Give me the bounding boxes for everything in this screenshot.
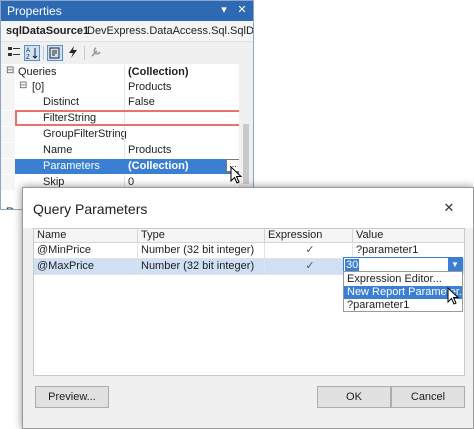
menu-item-parameter1[interactable]: ?parameter1 xyxy=(344,299,462,312)
toolbar-separator xyxy=(84,46,85,60)
chevron-down-icon[interactable]: ▼ xyxy=(448,258,462,272)
param-type[interactable]: Number (32 bit integer) xyxy=(138,259,265,274)
properties-title-bar[interactable]: Properties ▾ ✕ xyxy=(1,1,253,21)
query-parameters-dialog: Query Parameters ✕ Name Type Expression … xyxy=(22,187,474,429)
toolbar-separator xyxy=(43,46,44,60)
collapse-icon[interactable]: ⊟ xyxy=(6,65,14,76)
column-header-value[interactable]: Value xyxy=(353,229,464,243)
close-icon[interactable]: ✕ xyxy=(235,3,249,17)
expression-checkbox[interactable]: ✓ xyxy=(305,244,314,256)
mouse-cursor-icon xyxy=(447,287,460,305)
column-header-name[interactable]: Name xyxy=(34,229,138,243)
column-header-expression[interactable]: Expression xyxy=(265,229,353,243)
properties-window: Properties ▾ ✕ sqlDataSource1 DevExpress… xyxy=(0,0,254,210)
property-value: False xyxy=(128,96,155,108)
properties-toolbar: AZ xyxy=(1,42,253,65)
window-title: Properties xyxy=(7,4,62,18)
param-type[interactable]: Number (32 bit integer) xyxy=(138,243,265,258)
mouse-cursor-icon xyxy=(230,166,243,184)
ok-button[interactable]: OK xyxy=(317,386,391,408)
property-value: (Collection) xyxy=(128,66,189,78)
filterstring-highlight xyxy=(15,110,245,126)
property-row-name[interactable]: Name Products xyxy=(1,143,239,158)
param-name: @MaxPrice xyxy=(34,259,138,274)
events-icon[interactable] xyxy=(65,45,81,61)
svg-text:A: A xyxy=(26,48,30,54)
pin-dropdown-icon[interactable]: ▾ xyxy=(217,3,231,17)
menu-item-new-report-parameter[interactable]: New Report Parameter... xyxy=(344,286,468,299)
property-value: Products xyxy=(128,81,172,93)
property-pages-icon[interactable] xyxy=(88,45,104,61)
property-name: Parameters xyxy=(43,160,100,172)
dialog-button-bar: Preview... OK Cancel xyxy=(33,383,465,413)
value-input[interactable]: 30 xyxy=(345,259,360,271)
property-row-query-0[interactable]: ⊟ [0] Products xyxy=(1,80,239,95)
property-name: Queries xyxy=(18,66,57,78)
properties-icon[interactable] xyxy=(47,45,63,61)
expression-cell: ✓ xyxy=(265,259,353,274)
property-value: (Collection) xyxy=(128,160,189,172)
property-name: [0] xyxy=(32,81,45,93)
property-row-distinct[interactable]: Distinct False xyxy=(1,95,239,110)
object-name: sqlDataSource1 xyxy=(6,25,90,37)
close-icon[interactable]: ✕ xyxy=(441,200,457,216)
property-row-queries[interactable]: ⊟ Queries (Collection) xyxy=(1,65,239,80)
property-name: Distinct xyxy=(43,96,80,108)
object-selector[interactable]: sqlDataSource1 DevExpress.DataAccess.Sql… xyxy=(1,22,253,42)
cutoff-label: R xyxy=(6,206,14,209)
property-name: Name xyxy=(43,144,73,156)
menu-item-expression-editor[interactable]: Expression Editor... xyxy=(344,273,462,286)
dialog-title: Query Parameters xyxy=(33,201,148,217)
object-type: DevExpress.DataAccess.Sql.SqlDataSou xyxy=(87,25,254,37)
svg-text:Z: Z xyxy=(26,55,30,60)
property-row-parameters[interactable]: Parameters (Collection) xyxy=(1,159,239,174)
param-name: @MinPrice xyxy=(34,243,138,258)
expression-cell: ✓ xyxy=(265,243,353,258)
preview-button[interactable]: Preview... xyxy=(35,386,109,408)
dialog-title-bar[interactable]: Query Parameters ✕ xyxy=(23,188,473,228)
property-row-groupfilterstring[interactable]: GroupFilterString xyxy=(1,127,239,142)
column-header-type[interactable]: Type xyxy=(138,229,265,243)
categorized-icon[interactable] xyxy=(6,45,22,61)
alphabetical-icon[interactable]: AZ xyxy=(24,45,40,61)
expression-checkbox[interactable]: ✓ xyxy=(305,260,314,272)
param-value[interactable]: ?parameter1 xyxy=(353,243,464,258)
cancel-button[interactable]: Cancel xyxy=(391,386,465,408)
value-dropdown-menu: Expression Editor... New Report Paramete… xyxy=(343,271,468,312)
collapse-icon[interactable]: ⊟ xyxy=(19,80,27,91)
property-value: Products xyxy=(128,144,172,156)
property-name: GroupFilterString xyxy=(43,128,127,140)
